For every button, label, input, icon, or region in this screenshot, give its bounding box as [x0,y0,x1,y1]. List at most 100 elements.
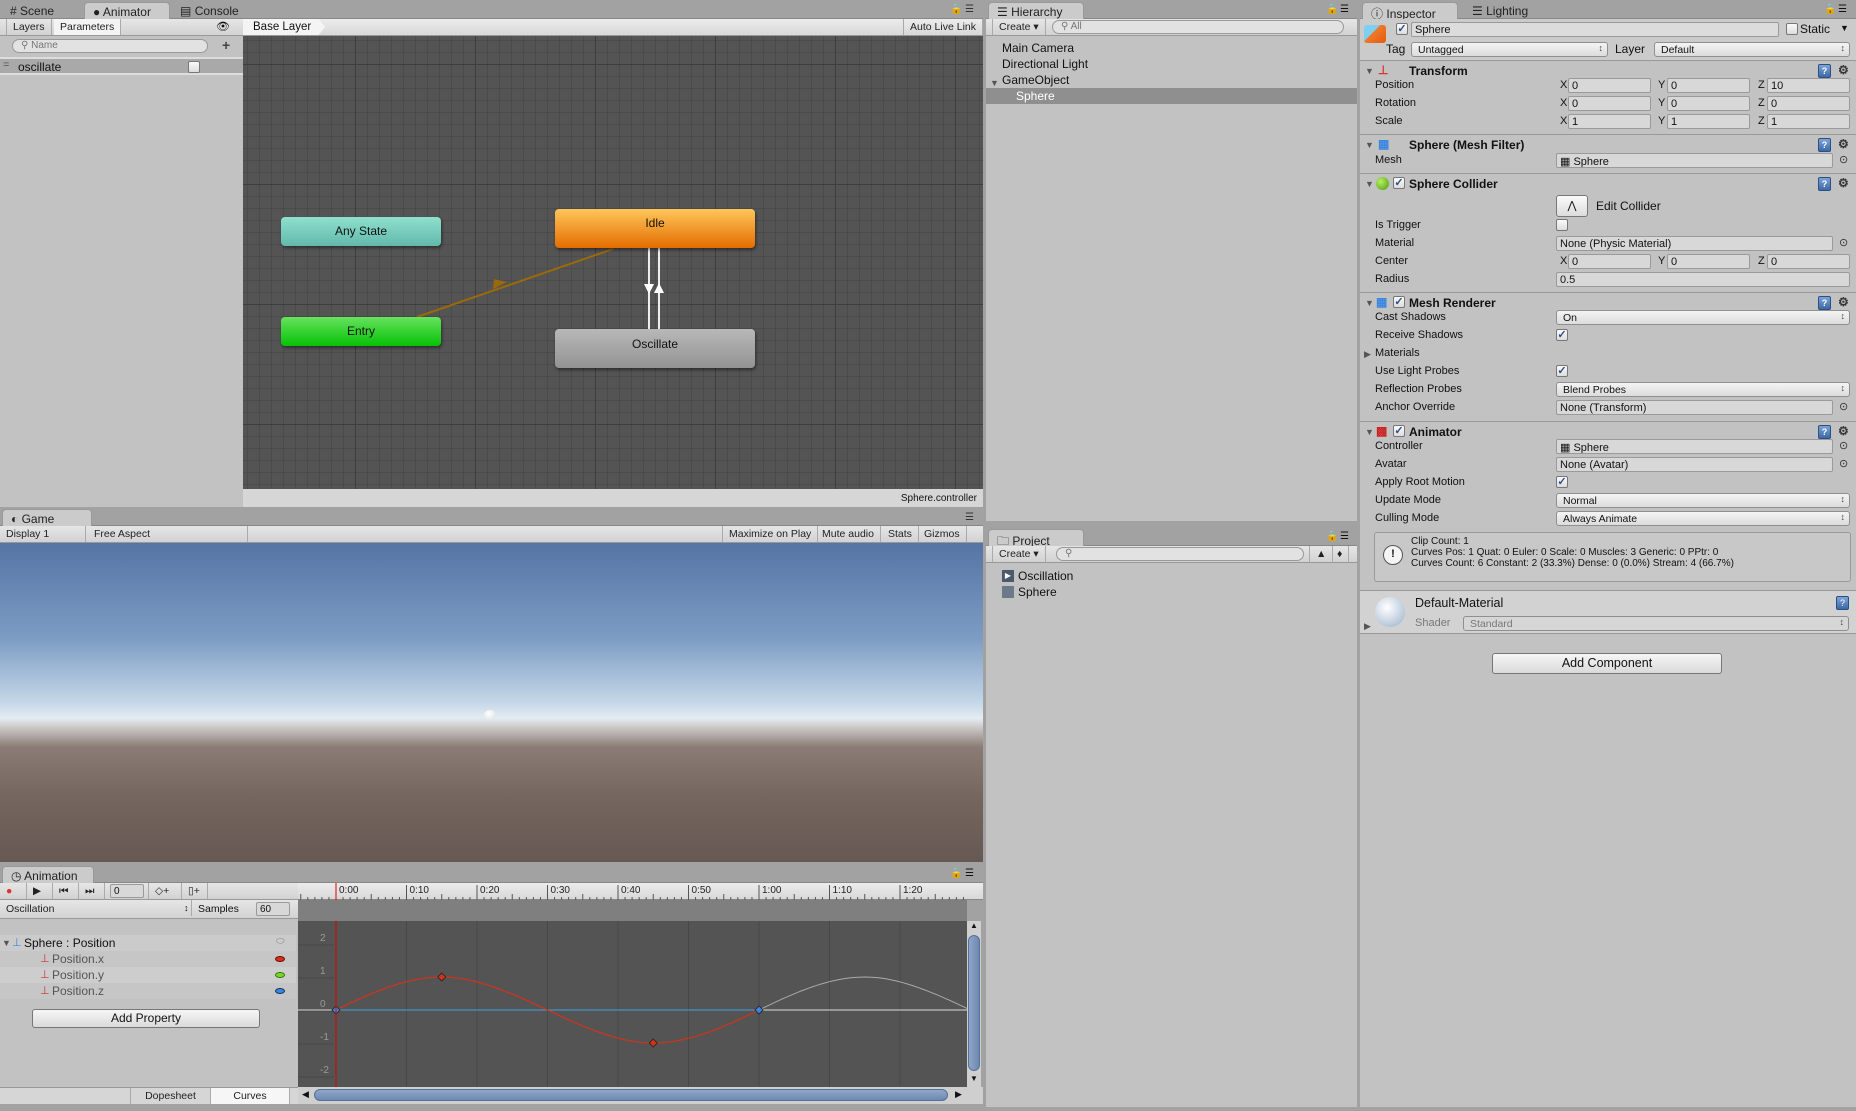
create-dropdown[interactable]: Create ▾ [992,19,1046,35]
object-picker-icon[interactable]: ⊙ [1839,400,1848,413]
add-component-button[interactable]: Add Component [1492,653,1722,674]
curve-color-swatch[interactable] [275,956,285,962]
cast-shadows-dropdown[interactable]: On [1556,310,1850,325]
lock-icon[interactable]: 🔒 [1824,4,1836,15]
animator-enabled-checkbox[interactable]: ✓ [1393,425,1405,437]
rotation-y-input[interactable]: 0 [1667,96,1750,111]
scale-x-input[interactable]: 1 [1568,114,1651,129]
lock-icon[interactable]: 🔒 [1326,4,1338,15]
gear-icon[interactable]: ⚙ [1838,176,1849,190]
mesh-renderer-header[interactable]: ▼ ▦ ✓ Mesh Renderer ? ⚙ [1360,292,1856,312]
help-icon[interactable]: ? [1818,425,1831,439]
foldout-icon[interactable]: ▼ [1365,179,1374,189]
center-z-input[interactable]: 0 [1767,254,1850,269]
maximize-on-play-toggle[interactable]: Maximize on Play [722,526,819,542]
state-oscillate[interactable]: Oscillate [555,329,755,368]
mesh-object-field[interactable]: ▦ Sphere [1556,153,1833,168]
curve-color-swatch[interactable] [275,972,285,978]
tab-hierarchy[interactable]: ☰ Hierarchy [988,2,1084,19]
property-row[interactable]: ⊥ Position.z [0,983,296,999]
hierarchy-item-selected[interactable]: Sphere [986,88,1357,104]
hierarchy-item[interactable]: ▼ GameObject [986,72,1357,88]
avatar-field[interactable]: None (Avatar) [1556,457,1833,472]
edit-collider-button[interactable]: ⋀ [1556,195,1588,217]
horizontal-scrollbar[interactable]: ◀ ▶ [298,1087,983,1104]
center-y-input[interactable]: 0 [1667,254,1750,269]
shader-dropdown[interactable]: Standard [1463,616,1849,631]
foldout-icon[interactable]: ▶ [1364,621,1371,632]
mute-audio-toggle[interactable]: Mute audio [816,526,881,542]
next-keyframe-icon[interactable]: ⏭ [79,883,105,899]
hierarchy-item[interactable]: Directional Light [986,56,1357,72]
parameter-search-input[interactable]: ⚲ Name [12,39,208,53]
curve-editor[interactable]: 2 1 0 -1 -2 [298,921,967,1087]
center-x-input[interactable]: 0 [1568,254,1651,269]
object-picker-icon[interactable]: ⊙ [1839,457,1848,470]
position-x-input[interactable]: 0 [1568,78,1651,93]
object-name-input[interactable]: Sphere [1411,22,1779,37]
auto-live-link-toggle[interactable]: Auto Live Link [903,19,983,35]
help-icon[interactable]: ? [1818,296,1831,310]
gear-icon[interactable]: ⚙ [1838,424,1849,438]
transform-header[interactable]: ▼ ⊥ Transform ? ⚙ [1360,60,1856,80]
state-entry[interactable]: Entry [281,317,441,346]
tab-parameters[interactable]: Parameters [54,19,122,35]
materials-foldout[interactable]: Materials [1375,347,1420,359]
physic-material-field[interactable]: None (Physic Material) [1556,236,1833,251]
panel-menu-icon[interactable]: ☰ [1340,531,1349,542]
collider-enabled-checkbox[interactable]: ✓ [1393,177,1405,189]
project-item[interactable]: ▶ Oscillation [986,568,1357,584]
layer-dropdown[interactable]: Default [1654,42,1850,57]
foldout-icon[interactable]: ▼ [1365,66,1374,76]
reflection-probes-dropdown[interactable]: Blend Probes [1556,382,1850,397]
display-dropdown[interactable]: Display 1 [0,526,86,542]
help-icon[interactable]: ? [1818,177,1831,191]
culling-mode-dropdown[interactable]: Always Animate [1556,511,1850,526]
play-icon[interactable]: ▶ [27,883,53,899]
scroll-down-icon[interactable]: ▼ [970,1074,978,1083]
lock-icon[interactable]: 🔒 [1326,531,1338,542]
rotation-x-input[interactable]: 0 [1568,96,1651,111]
gizmos-dropdown[interactable]: Gizmos [918,526,967,542]
sphere-collider-header[interactable]: ▼ ✓ Sphere Collider ? ⚙ [1360,173,1856,193]
anchor-override-field[interactable]: None (Transform) [1556,400,1833,415]
property-row[interactable]: ⊥ Position.y [0,967,296,983]
scroll-right-icon[interactable]: ▶ [955,1089,962,1100]
static-dropdown-icon[interactable]: ▼ [1840,23,1849,33]
filter-by-type-icon[interactable]: ▲ [1309,546,1334,562]
static-checkbox[interactable] [1786,23,1798,35]
rotation-z-input[interactable]: 0 [1767,96,1850,111]
filter-by-label-icon[interactable]: ♦ [1331,546,1350,562]
panel-menu-icon[interactable]: ☰ [1340,4,1349,15]
lock-icon[interactable]: 🔒 [950,868,962,879]
tab-project[interactable]: 🗀 Project [988,529,1084,548]
object-picker-icon[interactable]: ⊙ [1839,439,1848,452]
game-view[interactable] [0,543,983,862]
project-item[interactable]: Sphere [986,584,1357,600]
previous-keyframe-icon[interactable]: ⏮ [53,883,79,899]
panel-menu-icon[interactable]: ☰ [965,4,974,15]
tab-game[interactable]: ◐ Game [2,509,92,526]
scroll-up-icon[interactable]: ▲ [970,921,978,930]
active-checkbox[interactable]: ✓ [1396,23,1408,35]
gameobject-icon[interactable] [1364,25,1386,43]
samples-input[interactable]: 60 [256,902,290,916]
controller-field[interactable]: ▦ Sphere [1556,439,1833,454]
gear-icon[interactable]: ⚙ [1838,137,1849,151]
drag-handle-icon[interactable]: = [3,59,9,71]
mesh-filter-header[interactable]: ▼ ▦ Sphere (Mesh Filter) ? ⚙ [1360,134,1856,154]
scale-z-input[interactable]: 1 [1767,114,1850,129]
add-event-icon[interactable]: ▯+ [182,883,208,899]
frame-input[interactable]: 0 [110,884,144,898]
is-trigger-checkbox[interactable] [1556,219,1568,231]
project-search-input[interactable]: ⚲ [1056,547,1304,561]
panel-menu-icon[interactable]: ☰ [965,868,974,879]
tab-inspector[interactable]: ⓘ Inspector [1362,2,1458,21]
parameter-row[interactable]: = oscillate [0,57,243,75]
root-motion-checkbox[interactable]: ✓ [1556,476,1568,488]
vertical-scrollbar[interactable]: ▲ ▼ [967,921,981,1087]
update-mode-dropdown[interactable]: Normal [1556,493,1850,508]
add-property-button[interactable]: Add Property [32,1009,260,1028]
curve-color-swatch[interactable] [275,988,285,994]
foldout-icon[interactable]: ▼ [1365,427,1374,437]
